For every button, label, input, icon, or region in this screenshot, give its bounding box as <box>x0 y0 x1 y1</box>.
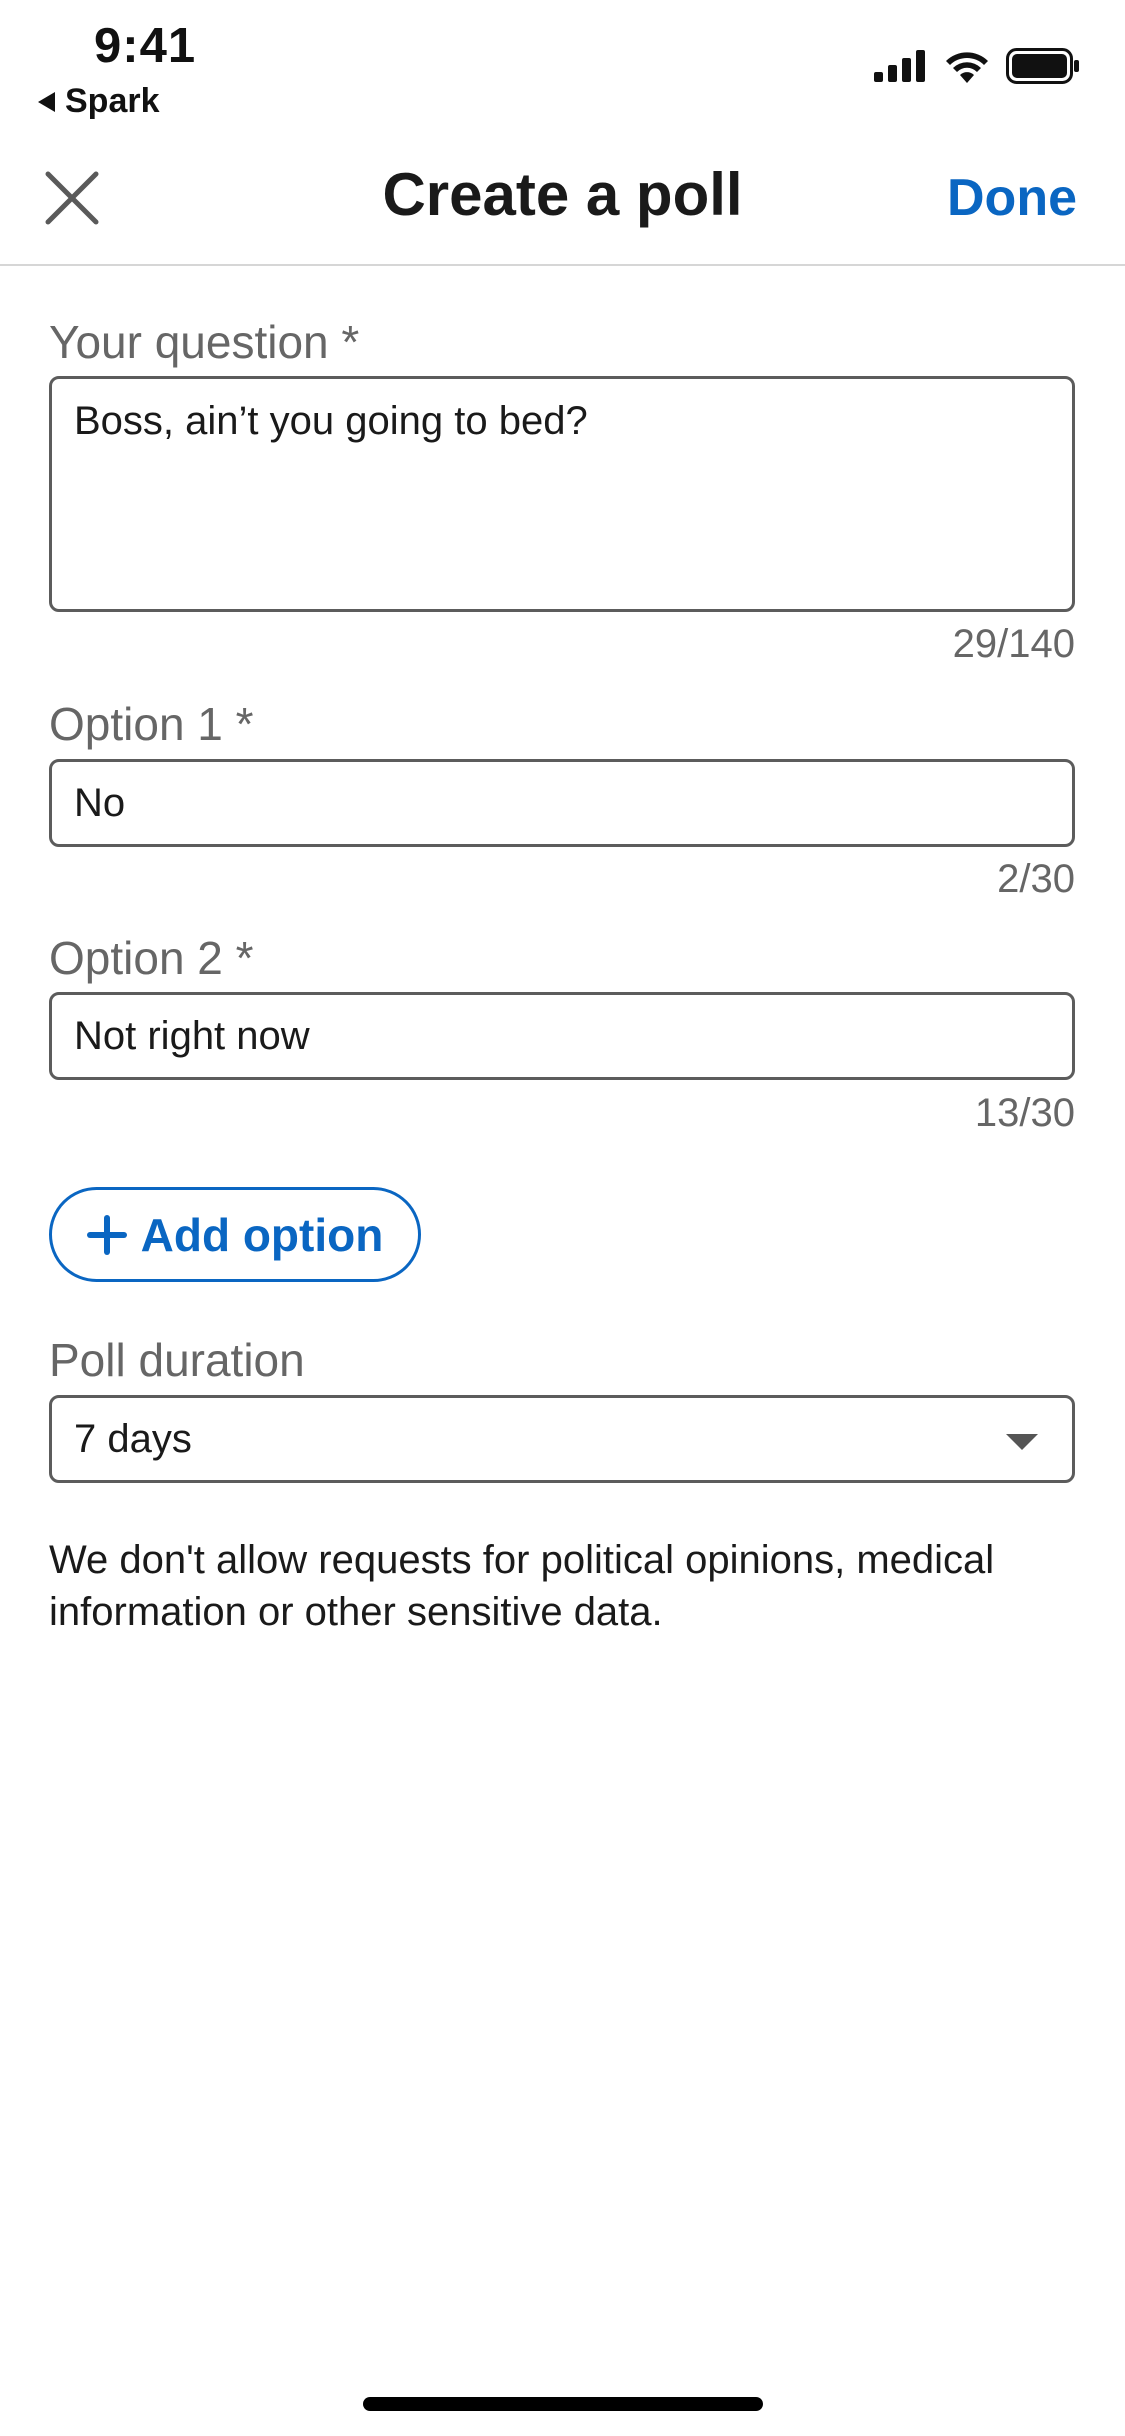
battery-icon <box>1006 48 1079 84</box>
add-option-button[interactable]: Add option <box>49 1187 421 1282</box>
home-indicator[interactable] <box>363 2397 763 2411</box>
option-1-label: Option 1 * <box>49 698 254 750</box>
option-2-input[interactable]: Not right now <box>49 992 1075 1080</box>
question-input[interactable]: Boss, ain’t you going to bed? <box>49 376 1075 612</box>
cellular-signal-icon <box>874 50 925 82</box>
back-triangle-icon <box>38 91 55 112</box>
poll-duration-value: 7 days <box>74 1417 192 1461</box>
option-1-input[interactable]: No <box>49 759 1075 847</box>
option-1-text: No <box>74 781 126 825</box>
option-2-label: Option 2 * <box>49 932 254 984</box>
back-app-label: Spark <box>65 82 160 120</box>
wifi-icon <box>946 52 988 83</box>
question-char-counter: 29/140 <box>952 622 1075 666</box>
done-button[interactable]: Done <box>947 168 1077 228</box>
add-option-label: Add option <box>140 1208 384 1261</box>
option-1-char-counter: 2/30 <box>997 857 1075 901</box>
nav-divider <box>0 264 1125 266</box>
plus-icon <box>86 1214 127 1255</box>
dropdown-caret-icon <box>1006 1434 1038 1450</box>
sensitive-data-disclaimer: We don't allow requests for political op… <box>49 1538 995 1634</box>
question-label: Your question * <box>49 316 360 368</box>
back-to-app-link[interactable]: Spark <box>38 82 160 121</box>
poll-duration-label: Poll duration <box>49 1334 305 1386</box>
question-text: Boss, ain’t you going to bed? <box>74 399 588 443</box>
poll-duration-select[interactable]: 7 days <box>49 1395 1075 1483</box>
status-icons <box>874 48 1080 84</box>
option-2-char-counter: 13/30 <box>974 1091 1075 1135</box>
option-2-text: Not right now <box>74 1014 310 1058</box>
status-time: 9:41 <box>94 19 197 73</box>
